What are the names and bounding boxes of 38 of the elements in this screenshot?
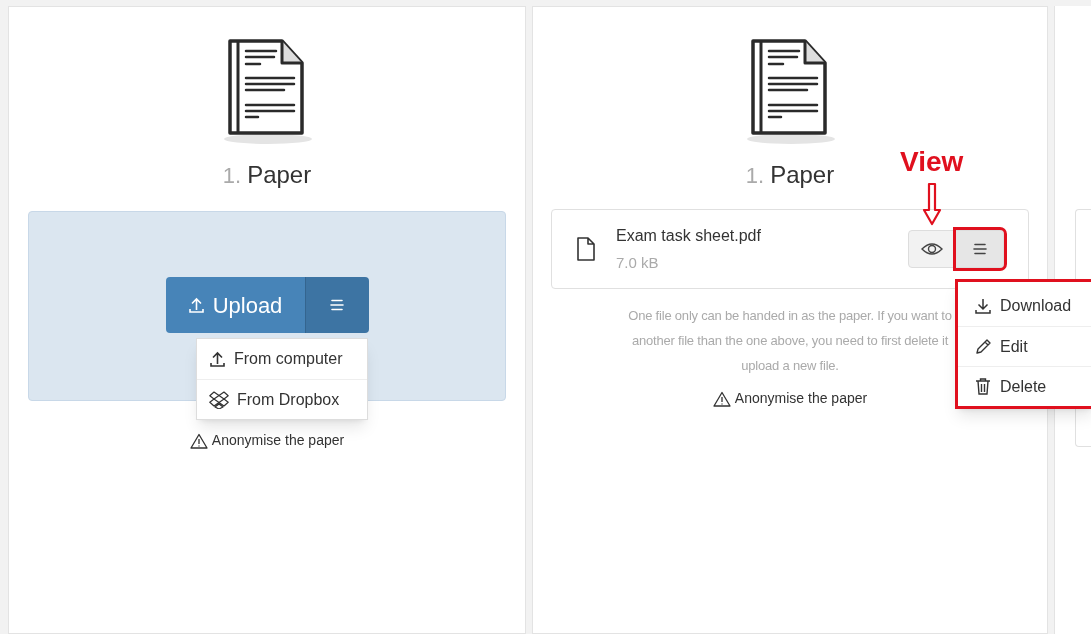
panel-title: Paper [247, 160, 312, 190]
upload-icon [209, 350, 226, 368]
eye-icon [921, 242, 943, 256]
annotation-label: View [900, 145, 964, 179]
menu-item[interactable]: From Dropbox [197, 379, 367, 419]
menu-item-label[interactable]: From Dropbox [237, 387, 340, 412]
anonymise-link[interactable]: Anonymise the paper [734, 388, 868, 409]
menu-item[interactable]: Delete [958, 366, 1091, 406]
menu-item[interactable]: From computer [197, 339, 367, 379]
file-name: Exam task sheet.pdf [616, 225, 761, 246]
help-text: upload a new file. [741, 357, 839, 375]
menu-item-label[interactable]: From computer [234, 347, 343, 371]
file-menu-button[interactable] [956, 230, 1004, 268]
trash-icon [974, 377, 992, 396]
step-number: 1. [222, 162, 242, 190]
file-icon [576, 236, 596, 262]
step-number: 1. [745, 162, 765, 190]
menu-item[interactable]: Download [958, 286, 1091, 326]
pencil-icon [974, 337, 992, 356]
upload-button[interactable]: Upload [165, 277, 305, 333]
warning-icon [189, 432, 208, 449]
anonymise-link[interactable]: Anonymise the paper [211, 430, 345, 451]
panel-title: Paper [770, 160, 835, 190]
help-text: One file only can be handed in as the paper. If you want to [628, 307, 952, 325]
download-icon [974, 297, 992, 315]
menu-item[interactable]: Edit [958, 326, 1091, 366]
menu-icon [972, 243, 987, 255]
file-size: 7.0 kB [616, 252, 660, 273]
menu-item-label[interactable]: Delete [1000, 374, 1047, 399]
help-text: another file than the one above, you need to first delete it [631, 332, 949, 350]
menu-icon [330, 299, 344, 311]
view-button[interactable] [908, 230, 956, 268]
warning-icon [712, 390, 731, 407]
dropbox-icon [209, 390, 229, 409]
annotation-arrow [922, 182, 942, 226]
upload-icon [187, 296, 205, 314]
menu-item-label[interactable]: Download [1000, 294, 1072, 318]
menu-item-label[interactable]: Edit [1000, 334, 1028, 359]
